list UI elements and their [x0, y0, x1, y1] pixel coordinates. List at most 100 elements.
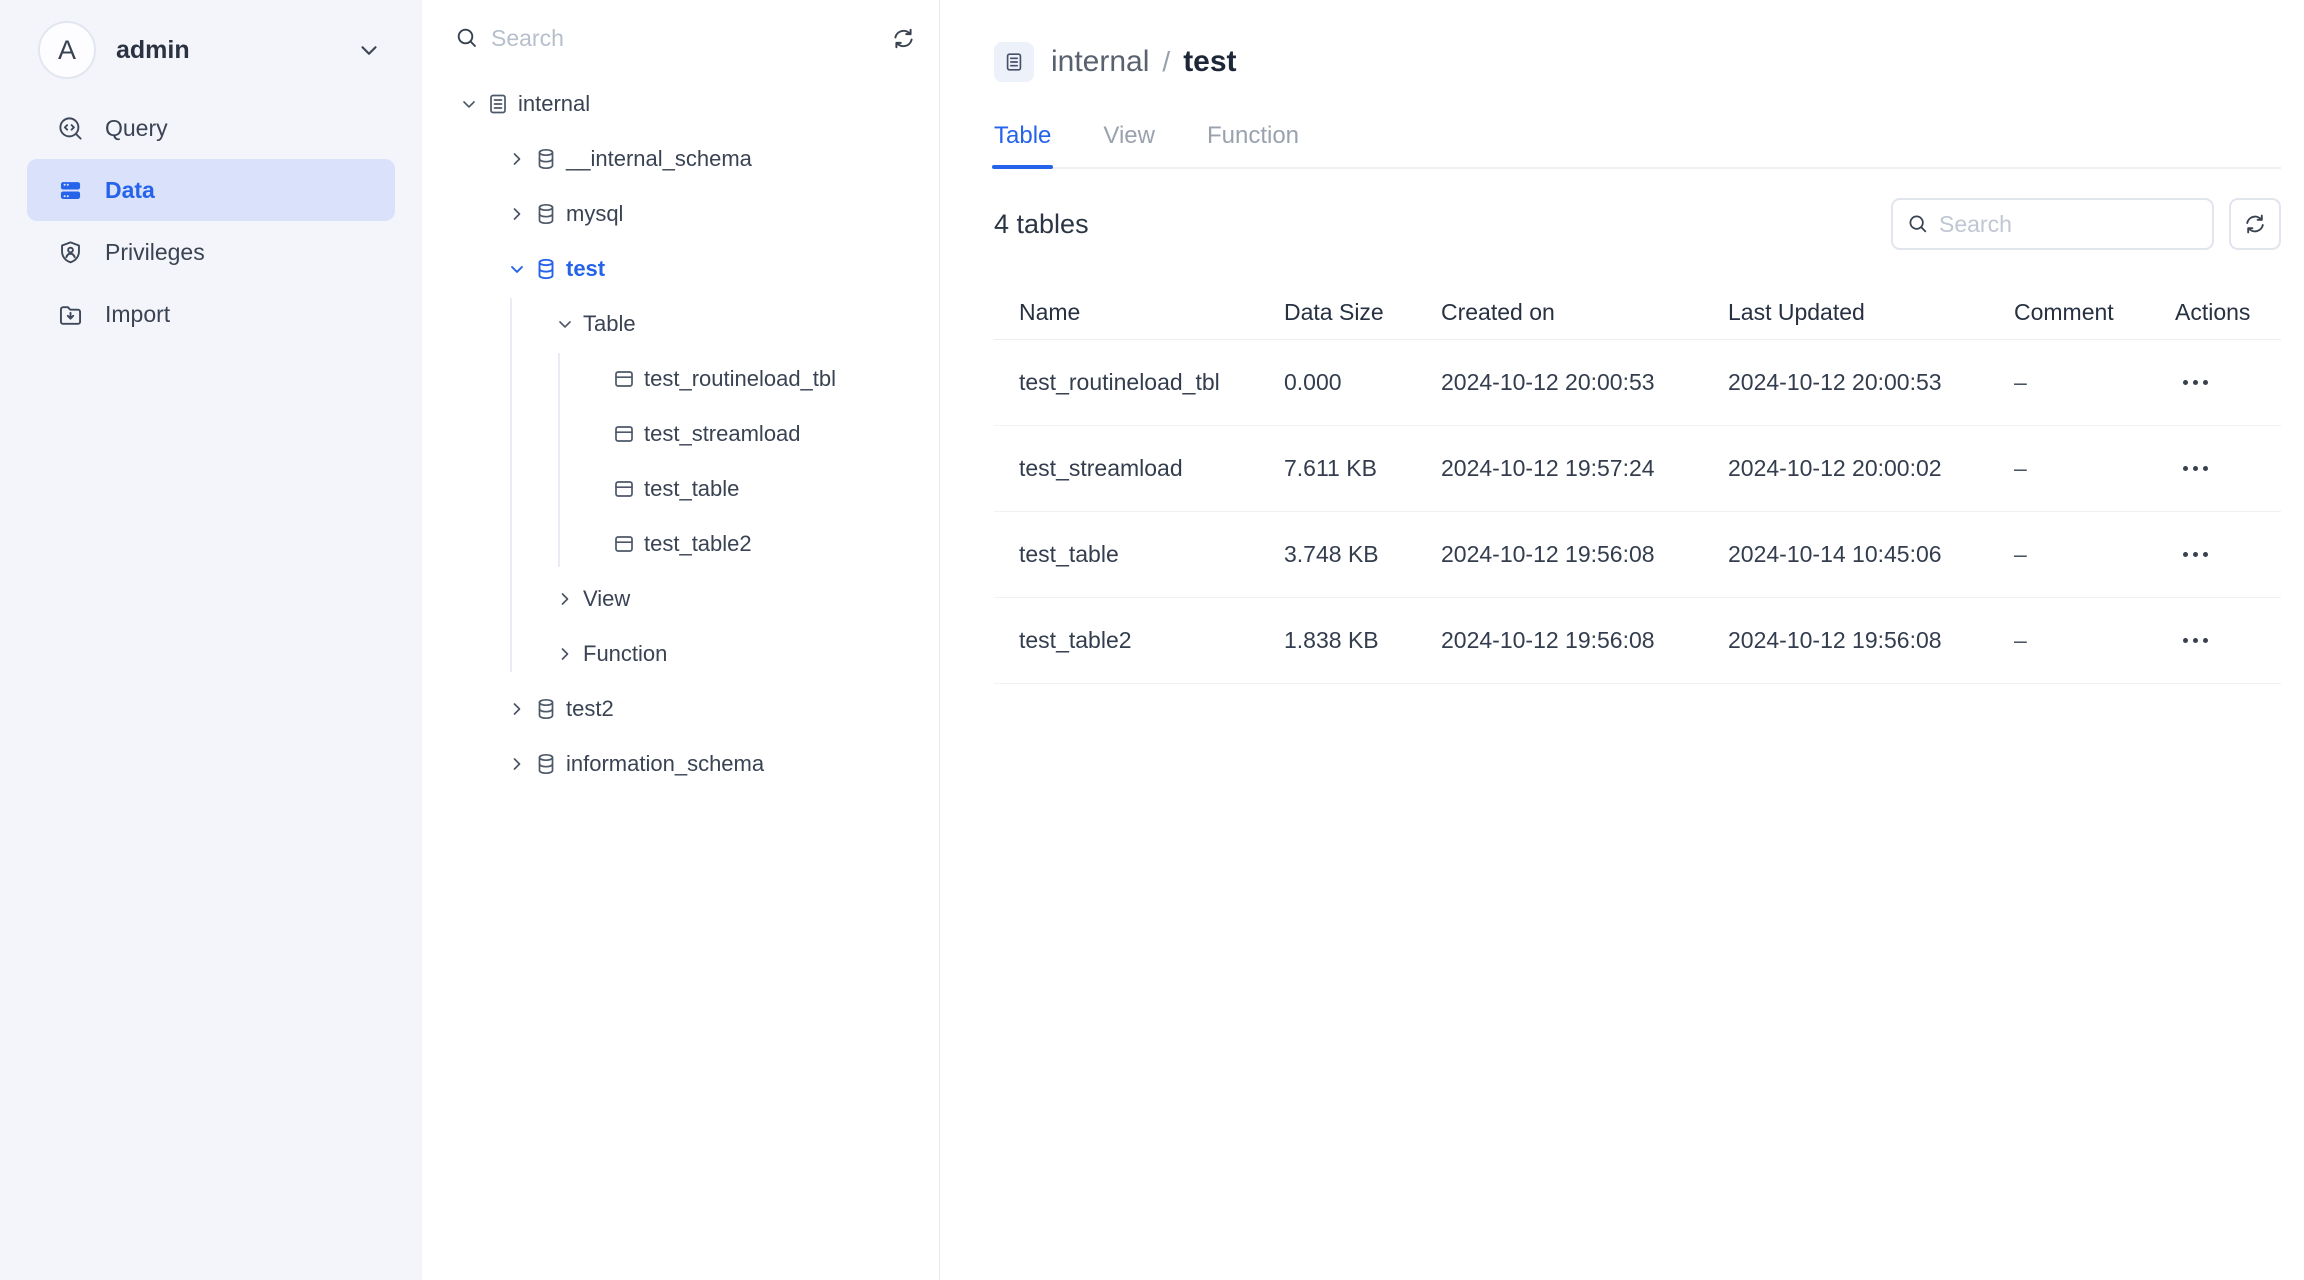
tree-node-label: test_table2 [644, 531, 752, 557]
avatar-initial: A [58, 35, 76, 66]
table-icon [611, 367, 637, 391]
sidebar-item-import[interactable]: Import [27, 283, 395, 345]
tree-node-table-group[interactable]: Table [422, 296, 939, 351]
column-header-comment: Comment [2014, 299, 2175, 326]
cell-data-size: 1.838 KB [1284, 627, 1441, 654]
database-icon [533, 147, 559, 171]
tree-search-input[interactable] [491, 25, 881, 52]
chevron-right-icon[interactable] [506, 754, 528, 774]
user-name: admin [116, 36, 190, 65]
cell-created-on: 2024-10-12 19:56:08 [1441, 541, 1728, 568]
tree-node-label: internal [518, 91, 590, 117]
chevron-down-icon[interactable] [506, 259, 528, 279]
tree-node-label: Function [583, 641, 667, 667]
table-count: 4 tables [994, 209, 1089, 240]
tree-node-label: __internal_schema [566, 146, 752, 172]
table-header: Name Data Size Created on Last Updated C… [994, 286, 2281, 340]
tab-function[interactable]: Function [1207, 122, 1299, 167]
column-header-name: Name [1019, 299, 1284, 326]
chevron-right-icon[interactable] [506, 204, 528, 224]
more-actions-icon[interactable] [2175, 542, 2216, 567]
tree-node-test-table2[interactable]: test_table2 [422, 516, 939, 571]
cell-name: test_table [1019, 541, 1284, 568]
sidebar-item-privileges[interactable]: Privileges [27, 221, 395, 283]
sidebar-item-label: Privileges [105, 239, 205, 266]
column-header-actions: Actions [2175, 299, 2281, 326]
main-content: internal / test Table View Function 4 ta… [940, 0, 2304, 1280]
data-server-icon [57, 177, 84, 204]
tab-table[interactable]: Table [994, 122, 1051, 167]
sidebar-item-label: Import [105, 301, 170, 328]
chevron-down-icon[interactable] [356, 37, 382, 63]
tables-list: Name Data Size Created on Last Updated C… [994, 286, 2281, 684]
cell-data-size: 0.000 [1284, 369, 1441, 396]
more-actions-icon[interactable] [2175, 456, 2216, 481]
tree-search-bar [422, 0, 939, 76]
sidebar-item-data[interactable]: Data [27, 159, 395, 221]
cell-comment: – [2014, 627, 2175, 654]
cell-name: test_routineload_tbl [1019, 369, 1284, 396]
sidebar-item-label: Query [105, 115, 168, 142]
tree-node-label: information_schema [566, 751, 764, 777]
table-search-input[interactable] [1939, 211, 2200, 238]
cell-last-updated: 2024-10-12 20:00:02 [1728, 455, 2014, 482]
tree-node-internal[interactable]: internal [422, 76, 939, 131]
tree-node-label: test_streamload [644, 421, 801, 447]
cell-created-on: 2024-10-12 19:56:08 [1441, 627, 1728, 654]
cell-data-size: 7.611 KB [1284, 455, 1441, 482]
sidebar-nav: Query Data Privileges Import [0, 97, 422, 345]
column-header-data-size: Data Size [1284, 299, 1441, 326]
tree-node-label: test_routineload_tbl [644, 366, 836, 392]
tree-node-information-schema[interactable]: information_schema [422, 736, 939, 791]
tree-node-test-table[interactable]: test_table [422, 461, 939, 516]
search-icon [1907, 213, 1929, 235]
tree-node-test-routineload-tbl[interactable]: test_routineload_tbl [422, 351, 939, 406]
user-menu[interactable]: A admin [0, 21, 422, 79]
cell-comment: – [2014, 369, 2175, 396]
cell-created-on: 2024-10-12 20:00:53 [1441, 369, 1728, 396]
more-actions-icon[interactable] [2175, 628, 2216, 653]
refresh-icon[interactable] [2229, 198, 2281, 250]
table-toolbar: 4 tables [994, 198, 2281, 250]
refresh-icon[interactable] [891, 26, 916, 51]
tree-node-label: test [566, 256, 605, 282]
cell-name: test_table2 [1019, 627, 1284, 654]
table-icon [611, 422, 637, 446]
import-folder-download-icon [57, 301, 84, 328]
tree-node-view-group[interactable]: View [422, 571, 939, 626]
page-title: test [1183, 45, 1236, 79]
tree-node-label: Table [583, 311, 636, 337]
avatar: A [38, 21, 96, 79]
schema-tree-panel: internal __internal_schema mysql test Ta… [422, 0, 940, 1280]
database-icon [533, 697, 559, 721]
chevron-down-icon[interactable] [554, 314, 576, 334]
tree-node-label: View [583, 586, 630, 612]
table-icon [611, 477, 637, 501]
chevron-right-icon[interactable] [554, 589, 576, 609]
more-actions-icon[interactable] [2175, 370, 2216, 395]
tree-node-function-group[interactable]: Function [422, 626, 939, 681]
tab-view[interactable]: View [1103, 122, 1155, 167]
breadcrumb-parent[interactable]: internal [1051, 45, 1149, 79]
chevron-right-icon[interactable] [506, 699, 528, 719]
query-code-search-icon [57, 115, 84, 142]
tree-node-test-streamload[interactable]: test_streamload [422, 406, 939, 461]
tree-node-internal-schema[interactable]: __internal_schema [422, 131, 939, 186]
cell-last-updated: 2024-10-12 20:00:53 [1728, 369, 2014, 396]
chevron-down-icon[interactable] [458, 94, 480, 114]
tree-node-mysql[interactable]: mysql [422, 186, 939, 241]
chevron-right-icon[interactable] [554, 644, 576, 664]
tree-node-label: test_table [644, 476, 739, 502]
tree-node-test[interactable]: test [422, 241, 939, 296]
chevron-right-icon[interactable] [506, 149, 528, 169]
tab-bar: Table View Function [994, 122, 2281, 169]
database-icon [533, 257, 559, 281]
cell-created-on: 2024-10-12 19:57:24 [1441, 455, 1728, 482]
tree-node-test2[interactable]: test2 [422, 681, 939, 736]
table-icon [611, 532, 637, 556]
column-header-created-on: Created on [1441, 299, 1728, 326]
breadcrumb-separator: / [1162, 46, 1170, 78]
tree-node-label: mysql [566, 201, 623, 227]
table-row: test_table2 1.838 KB 2024-10-12 19:56:08… [994, 598, 2281, 684]
sidebar-item-query[interactable]: Query [27, 97, 395, 159]
